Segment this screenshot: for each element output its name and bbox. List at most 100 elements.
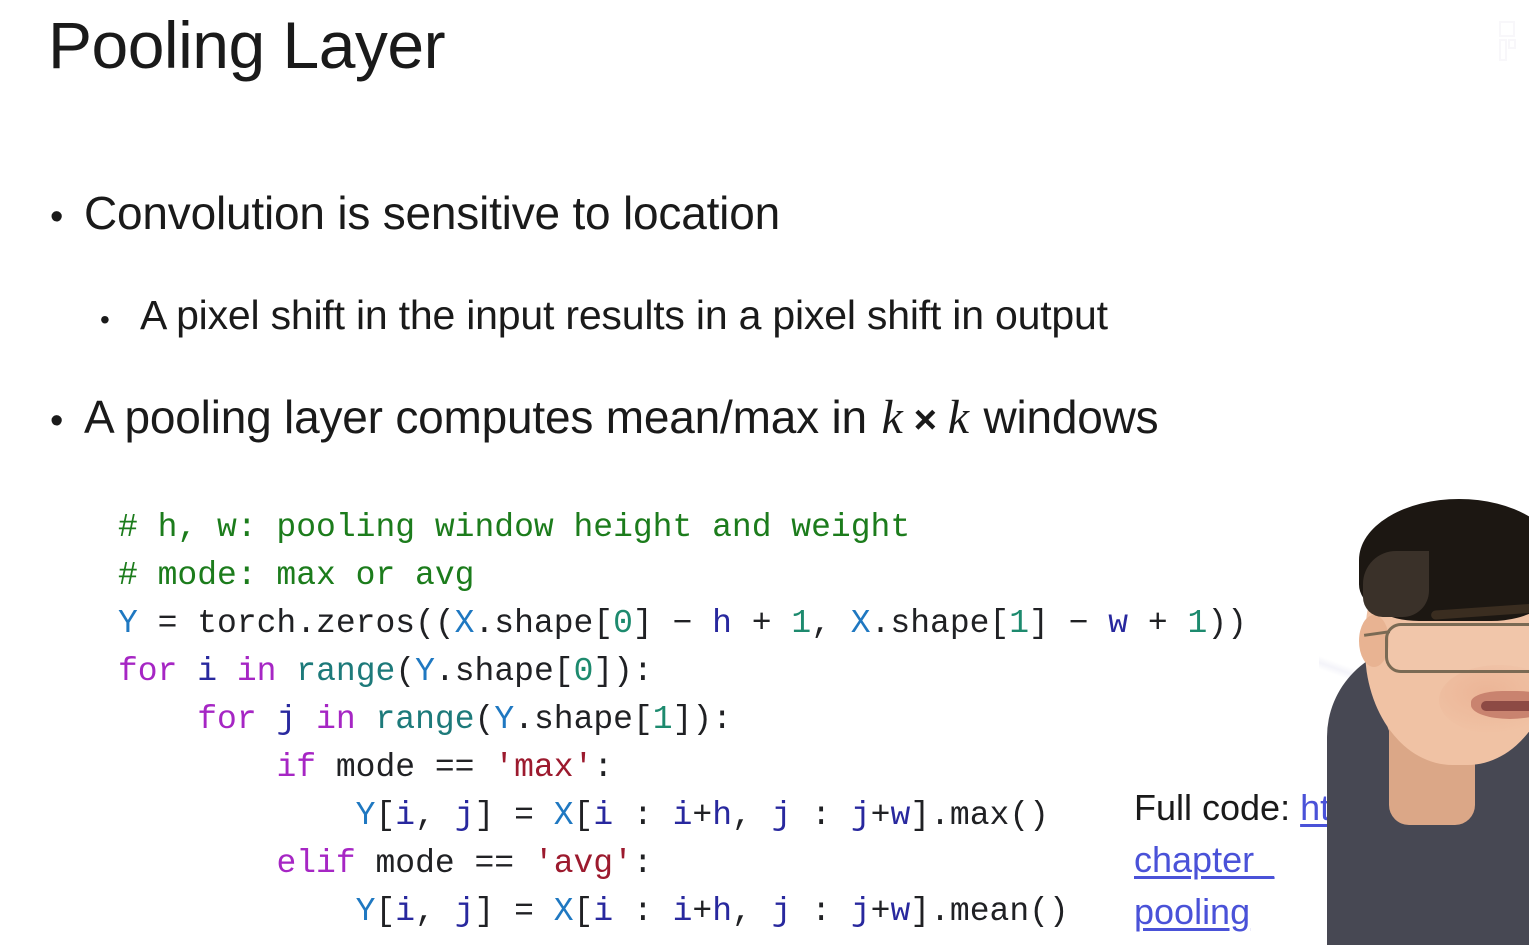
code-token: 0 [613,605,633,642]
code-line: Y = torch.zeros((X.shape[0] − h + 1, X.s… [118,600,1247,648]
full-code-link-part-2[interactable]: chapter_ [1134,839,1274,880]
code-token: , [811,605,851,642]
code-token: + [692,797,713,834]
code-token: = torch.zeros(( [137,605,455,642]
code-token: ] = [474,893,554,930]
presenter-eyebrow [1430,603,1529,620]
code-line: elif mode == 'avg': [118,840,1247,888]
code-token: w [890,893,911,930]
code-token: , [732,797,772,834]
code-token: in [316,701,356,738]
code-token: j [454,893,475,930]
overlay-edge-line [1319,455,1529,945]
code-token: [ [573,797,594,834]
code-token: .shape[ [434,653,574,690]
code-token: .shape[ [474,605,614,642]
full-code-row-2: chapter_ [1134,834,1340,886]
code-token: : [632,845,653,882]
code-token: , [415,893,455,930]
full-code-label: Full code: [1134,787,1291,828]
code-token: [ [573,893,594,930]
code-token: Y [494,701,515,738]
code-token: )) [1207,605,1247,642]
code-token: w [1108,605,1129,642]
code-token: ]): [593,653,653,690]
code-token: 'max' [494,749,594,786]
code-token: + [870,893,891,930]
code-token: j [276,701,297,738]
math-times-operator: × [913,398,937,442]
full-code-row-1: Full code: htt [1134,782,1340,834]
code-token: range [375,701,475,738]
code-token: : [613,797,673,834]
code-token: + [692,893,713,930]
code-token: .shape[ [870,605,1010,642]
code-token: Y [355,797,376,834]
bullet-text-2-post: windows [970,391,1159,443]
presenter-head [1365,513,1529,765]
code-token: 1 [1187,605,1208,642]
code-line: # h, w: pooling window height and weight [118,504,1247,552]
code-token: ( [395,653,416,690]
code-token: 1 [1009,605,1030,642]
bullet-text-2-pre: A pooling layer computes mean/max in [84,391,880,443]
code-token: elif [276,845,356,882]
code-token: ]): [672,701,733,738]
code-token: [ [375,893,396,930]
full-code-link-part-1[interactable]: htt [1300,787,1340,828]
code-token: 'avg' [533,845,633,882]
code-token: ] − [1029,605,1109,642]
presenter-video-overlay [1319,455,1529,945]
code-token: X [850,605,871,642]
code-token: if [276,749,317,786]
presenter-cheek-shading [1439,665,1529,735]
code-token: i [593,797,614,834]
full-code-link-part-3[interactable]: pooling [1134,891,1250,932]
code-token: for [197,701,257,738]
code-token: mode == [355,845,534,882]
slide-canvas: Pooling Layer • Convolution is sensitive… [0,0,1529,945]
code-line: Y[i, j] = X[i : i+h, j : j+w].max() [118,792,1247,840]
code-token: h [712,893,733,930]
bullet-text-1: Convolution is sensitive to location [84,187,780,239]
bullet-text-2: A pooling layer computes mean/max in k × k… [84,390,1159,445]
code-token: for [118,653,178,690]
code-token: , [732,893,772,930]
code-token: ] − [632,605,713,642]
code-token: i [395,893,416,930]
code-token: j [454,797,475,834]
bullet-text-1-sub: A pixel shift in the input results in a … [140,292,1108,338]
code-line: # mode: max or avg [118,552,1247,600]
code-token: j [850,797,871,834]
code-token: i [593,893,614,930]
math-variable-k1: k [881,391,903,444]
code-token: i [197,653,218,690]
code-token: w [890,797,911,834]
bullet-marker-icon-2: • [50,400,64,442]
bullet-marker-icon: • [50,196,64,238]
code-token: j [771,893,792,930]
code-token: + [870,797,891,834]
bullet-item-1-sub: • A pixel shift in the input results in … [100,292,1108,339]
code-block: # h, w: pooling window height and weight… [118,504,1247,936]
code-token: i [672,797,693,834]
code-token: X [454,605,475,642]
code-token: i [395,797,416,834]
code-token: Y [355,893,376,930]
code-line: for i in range(Y.shape[0]): [118,648,1247,696]
code-token: ].mean() [910,893,1069,930]
code-token: in [236,653,277,690]
code-token: [ [375,797,396,834]
full-code-reference: Full code: htt chapter_ pooling [1134,782,1340,938]
presenter-hair-side [1363,551,1429,617]
presenter-mouth [1471,691,1529,719]
